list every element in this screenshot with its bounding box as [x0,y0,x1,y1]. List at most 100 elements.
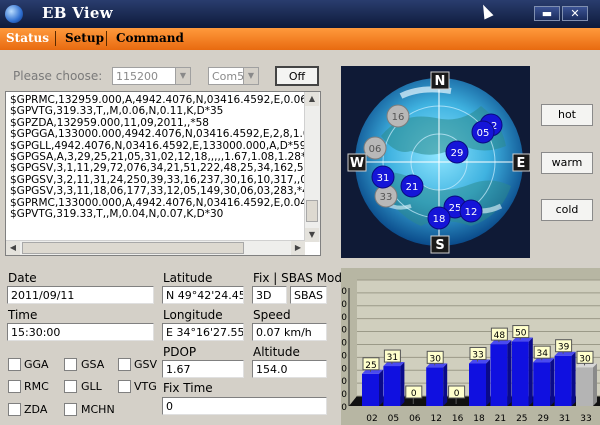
close-button[interactable]: ✕ [562,6,588,21]
longitude-label: Longitude [163,308,223,322]
bar-value-label: 48 [494,331,506,341]
rmc-checkbox[interactable] [8,380,21,393]
time-label: Time [8,308,38,322]
scroll-left-icon[interactable]: ◀ [6,241,20,255]
menu-divider [55,31,56,46]
menu-status[interactable]: Status [6,31,49,45]
satellite-id-label: 06 [369,144,382,155]
baud-rate-value: 115200 [116,70,158,83]
menu-setup[interactable]: Setup [65,31,104,45]
time-field: 15:30:00 [7,323,154,341]
gsa-checkbox[interactable] [64,358,77,371]
svg-text:W: W [350,156,364,171]
fix-sbas-label: Fix | SBAS Mode [253,271,350,285]
y-tick-label: 60 [341,326,347,336]
snr-bar [554,351,576,406]
menu-command[interactable]: Command [116,31,184,45]
fix-mode-field: 3D [252,286,287,304]
gsv-checkbox[interactable] [118,358,131,371]
altitude-field: 154.0 [252,360,327,378]
scroll-right-icon[interactable]: ▶ [291,241,305,255]
minimize-button[interactable]: ▬ [534,6,560,21]
sky-view-panel: 1606330205293121251812 N S W E [341,66,531,258]
gll-checkbox[interactable] [64,380,77,393]
satellite-marker: 33 [374,184,398,208]
x-category-label: 02 [366,414,377,424]
com-port-value: Com5 [212,70,245,83]
x-category-label: 29 [537,414,549,424]
snr-bar [490,340,512,406]
latitude-field: N 49°42'24.45'' [162,286,244,304]
scroll-thumb[interactable] [306,200,318,222]
satellite-marker: 06 [363,136,387,160]
satellite-id-label: 33 [380,192,393,203]
x-category-label: 31 [559,414,570,424]
snr-bar [511,337,533,406]
altitude-label: Altitude [253,345,300,359]
nmea-line: $GPGGA,133000.000,4942.4076,N,03416.4592… [10,128,306,141]
date-field: 2011/09/11 [7,286,154,304]
snr-bar [469,359,490,406]
satellite-marker: 12 [459,199,483,223]
bar-value-label: 31 [387,353,398,363]
gga-checkbox[interactable] [8,358,21,371]
y-tick-label: 50 [341,339,347,349]
snr-bar [426,363,448,406]
satellite-id-label: 18 [433,214,446,225]
x-category-label: 12 [430,414,441,424]
scroll-up-icon[interactable]: ▲ [305,92,319,106]
satellite-marker: 31 [371,165,395,189]
satellite-id-label: 21 [406,182,419,193]
satellite-marker: 16 [386,104,410,128]
north-marker: N [430,71,450,90]
x-category-label: 05 [388,414,399,424]
snr-bar [576,363,597,406]
satellite-marker: 21 [400,174,424,198]
gsa-label: GSA [81,358,105,371]
satellite-marker: 18 [427,206,451,230]
cold-start-button[interactable]: cold [541,199,593,221]
bar-value-label: 0 [411,389,417,399]
x-category-label: 25 [516,414,527,424]
warm-start-button[interactable]: warm [541,152,593,174]
scroll-down-icon[interactable]: ▼ [305,228,319,242]
satellite-id-label: 12 [465,207,478,218]
vtg-checkbox[interactable] [118,380,131,393]
east-marker: E [512,153,531,172]
fix-time-label: Fix Time [163,381,213,395]
mchn-label: MCHN [81,403,115,416]
scroll-thumb[interactable] [22,242,244,254]
x-category-label: 21 [495,414,506,424]
off-button[interactable]: Off [275,66,319,86]
date-label: Date [8,271,37,285]
west-marker: W [347,153,367,172]
com-port-select[interactable]: Com5 ▼ [208,67,259,85]
chevron-down-icon: ▼ [175,68,190,84]
app-window: EB View ▬ ✕ Status Setup Command Please … [0,0,600,425]
gll-label: GLL [81,380,102,393]
y-tick-label: 20 [341,377,347,387]
pdop-field: 1.67 [162,360,244,378]
mchn-checkbox[interactable] [64,403,77,416]
bar-value-label: 30 [579,354,591,364]
x-category-label: 18 [473,414,485,424]
rmc-label: RMC [24,380,49,393]
snr-bar [533,358,555,406]
zda-checkbox[interactable] [8,403,21,416]
snr-bar [362,369,383,406]
menu-bar: Status Setup Command [0,28,600,50]
hot-start-button[interactable]: hot [541,104,593,126]
sky-plot: 1606330205293121251812 N S W E [347,71,531,254]
vertical-scrollbar[interactable]: ▲ ▼ [304,92,320,242]
pdop-label: PDOP [163,345,197,359]
svg-text:N: N [435,74,446,89]
svg-text:E: E [517,156,526,171]
baud-rate-select[interactable]: 115200 ▼ [112,67,191,85]
mouse-cursor-icon [478,2,494,20]
chevron-down-icon: ▼ [243,68,258,84]
snr-chart-panel: 25 31 0 30 0 33 48 50 34 39 30 90 80 70 60 50 40 30 20 10 0… [336,268,600,425]
y-tick-label: 0 [341,403,347,413]
horizontal-scrollbar[interactable]: ◀ ▶ [6,240,305,255]
x-category-label: 33 [580,414,591,424]
nmea-console[interactable]: $GPRMC,132959.000,A,4942.4076,N,03416.45… [5,91,321,256]
